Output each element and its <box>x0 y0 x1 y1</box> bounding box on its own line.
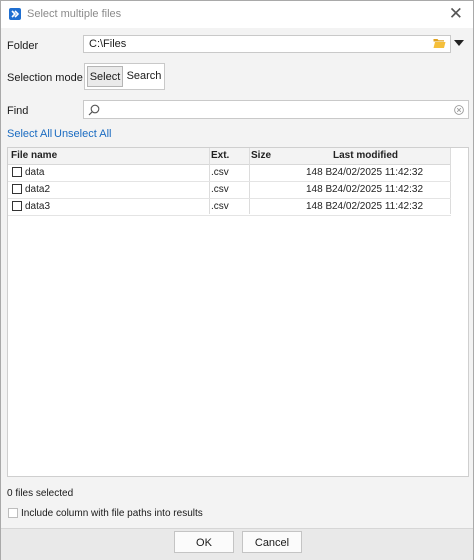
unselect-all-link[interactable]: Unselect All <box>54 128 111 140</box>
column-header-last-modified[interactable]: Last modified <box>333 150 398 161</box>
ext-cell: .csv <box>211 184 229 195</box>
column-header-size[interactable]: Size <box>251 150 271 161</box>
app-logo-icon <box>9 8 21 20</box>
dialog-window: Select multiple files ✕ Folder C:\Files … <box>0 0 474 560</box>
row-checkbox[interactable] <box>12 167 22 177</box>
select-all-link[interactable]: Select All <box>7 128 52 140</box>
window-title: Select multiple files <box>27 8 122 20</box>
dialog-footer: OK Cancel <box>1 528 473 560</box>
select-mode-button[interactable]: Select <box>87 66 123 87</box>
size-cell: 148 B <box>306 167 333 178</box>
folder-open-icon[interactable] <box>433 38 446 49</box>
ext-cell: .csv <box>211 201 229 212</box>
size-cell: 148 B <box>306 201 333 212</box>
size-cell: 148 B <box>306 184 333 195</box>
modified-cell: 24/02/2025 11:42:32 <box>332 184 424 195</box>
cancel-button[interactable]: Cancel <box>242 531 302 553</box>
title-bar: Select multiple files ✕ <box>1 1 473 28</box>
clear-icon[interactable] <box>454 105 464 115</box>
table-row[interactable]: data .csv 148 B 24/02/2025 11:42:32 <box>8 165 451 182</box>
ok-button[interactable]: OK <box>174 531 234 553</box>
find-input[interactable] <box>102 102 442 116</box>
find-label: Find <box>7 105 29 117</box>
row-checkbox[interactable] <box>12 201 22 211</box>
include-paths-checkbox[interactable] <box>8 508 18 518</box>
column-header-file-name[interactable]: File name <box>11 150 57 161</box>
include-paths-label[interactable]: Include column with file paths into resu… <box>21 508 203 519</box>
file-name-cell: data3 <box>25 201 51 212</box>
table-row[interactable]: data3 .csv 148 B 24/02/2025 11:42:32 <box>8 199 451 216</box>
folder-path-field[interactable]: C:\Files <box>83 35 451 53</box>
file-name-cell: data <box>25 167 45 178</box>
table-header: File name Ext. Size Last modified <box>8 148 451 165</box>
folder-path-value: C:\Files <box>89 38 127 50</box>
search-mode-button[interactable]: Search <box>125 66 163 87</box>
selection-mode-toggle: Select Search <box>84 63 165 90</box>
file-name-cell: data2 <box>25 184 51 195</box>
table-row[interactable]: data2 .csv 148 B 24/02/2025 11:42:32 <box>8 182 451 199</box>
close-icon[interactable]: ✕ <box>449 4 463 24</box>
modified-cell: 24/02/2025 11:42:32 <box>332 201 424 212</box>
row-checkbox[interactable] <box>12 184 22 194</box>
find-field <box>83 100 469 119</box>
file-table: File name Ext. Size Last modified data .… <box>7 147 469 477</box>
ext-cell: .csv <box>211 167 229 178</box>
folder-label: Folder <box>7 40 39 52</box>
search-icon <box>88 104 100 116</box>
modified-cell: 24/02/2025 11:42:32 <box>332 167 424 178</box>
selection-mode-label: Selection mode <box>7 72 83 84</box>
selection-status: 0 files selected <box>7 488 74 499</box>
column-header-ext[interactable]: Ext. <box>211 150 229 161</box>
caret-down-icon[interactable] <box>454 40 464 46</box>
